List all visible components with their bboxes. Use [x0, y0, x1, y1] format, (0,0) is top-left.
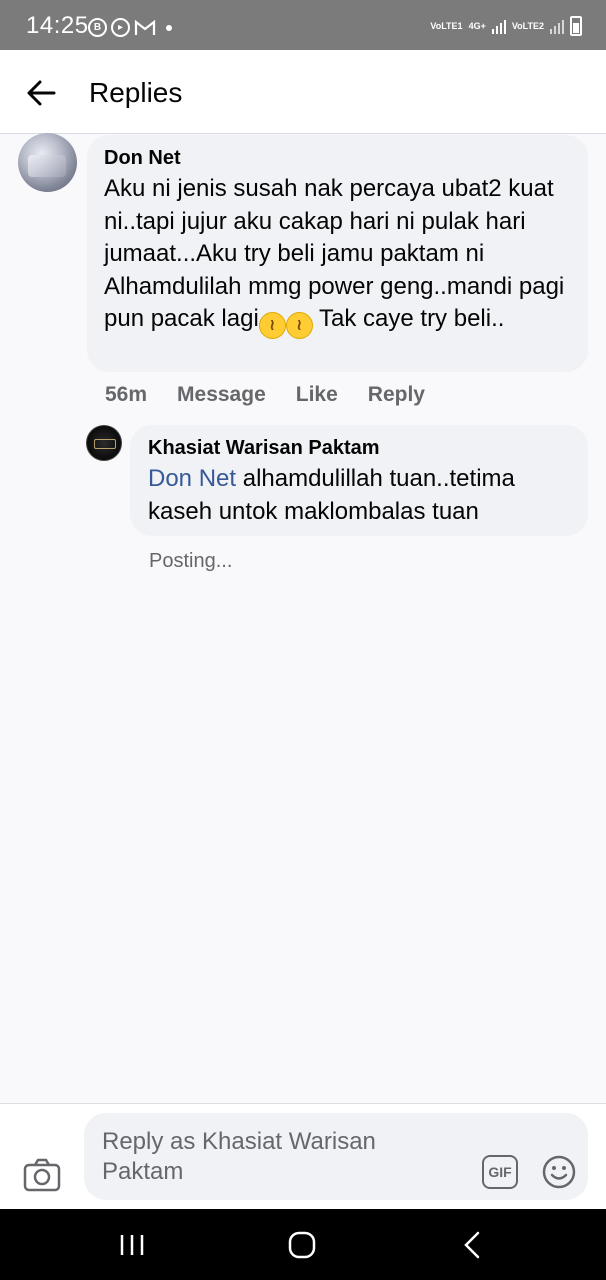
avatar[interactable] [18, 133, 77, 192]
signal-2-icon [550, 18, 564, 34]
page-avatar[interactable] [86, 425, 122, 461]
volte1-label: VoLTE1 [430, 20, 463, 31]
battery-icon [570, 16, 582, 36]
comment-author[interactable]: Don Net [104, 147, 181, 170]
message-button[interactable]: Message [177, 383, 266, 407]
comment-bubble: Don Net Aku ni jenis susah nak percaya u… [87, 135, 588, 372]
reply-text: Don Net alhamdulillah tuan..tetima kaseh… [148, 463, 568, 528]
home-icon[interactable] [282, 1229, 322, 1261]
gif-button[interactable]: GIF [482, 1155, 518, 1189]
camera-icon[interactable] [23, 1158, 61, 1192]
4g-label: 4G+ [468, 20, 486, 31]
mention-link[interactable]: Don Net [148, 465, 236, 492]
comment-actions: 56m Message Like Reply [105, 383, 425, 407]
signal-icon [491, 18, 506, 34]
laughing-face-emoji-icon: ≀ [285, 312, 313, 339]
reply-input-placeholder: Reply as Khasiat Warisan Paktam [102, 1128, 376, 1185]
status-right: VoLTE1 4G+ VoLTE2 [430, 16, 582, 36]
posting-status: Posting... [149, 550, 233, 572]
more-notifications-icon [166, 24, 172, 31]
comment-text: Aku ni jenis susah nak percaya ubat2 kua… [104, 173, 580, 339]
recents-icon[interactable] [112, 1229, 152, 1261]
reply-bubble: Khasiat Warisan Paktam Don Net alhamduli… [130, 425, 588, 536]
laughing-face-emoji-icon: ≀ [258, 312, 286, 339]
volte2-label: VoLTE2 [511, 20, 544, 31]
like-button[interactable]: Like [296, 383, 338, 407]
page-title: Replies [89, 77, 183, 108]
reply-input[interactable]: Reply as Khasiat Warisan Paktam GIF [84, 1113, 588, 1200]
reply-composer: Reply as Khasiat Warisan Paktam GIF [0, 1103, 606, 1209]
notification-icons: B ▸ [88, 18, 172, 37]
arrow-left-icon[interactable] [24, 76, 58, 110]
header: Replies [0, 50, 606, 134]
status-bar: 14:25 B ▸ VoLTE1 4G+ VoLTE2 [0, 0, 606, 50]
gmail-icon [134, 19, 156, 35]
status-time: 14:25 [26, 12, 89, 39]
back-icon[interactable] [452, 1229, 492, 1261]
play-notification-icon: ▸ [111, 18, 130, 37]
system-nav-bar [0, 1209, 606, 1280]
smiley-icon[interactable] [542, 1155, 576, 1189]
reply-button[interactable]: Reply [368, 383, 425, 407]
reply-author[interactable]: Khasiat Warisan Paktam [148, 437, 380, 460]
comment-time: 56m [105, 383, 148, 406]
b-notification-icon: B [88, 18, 107, 37]
comment-text-part-2: Tak caye try beli.. [312, 305, 505, 332]
